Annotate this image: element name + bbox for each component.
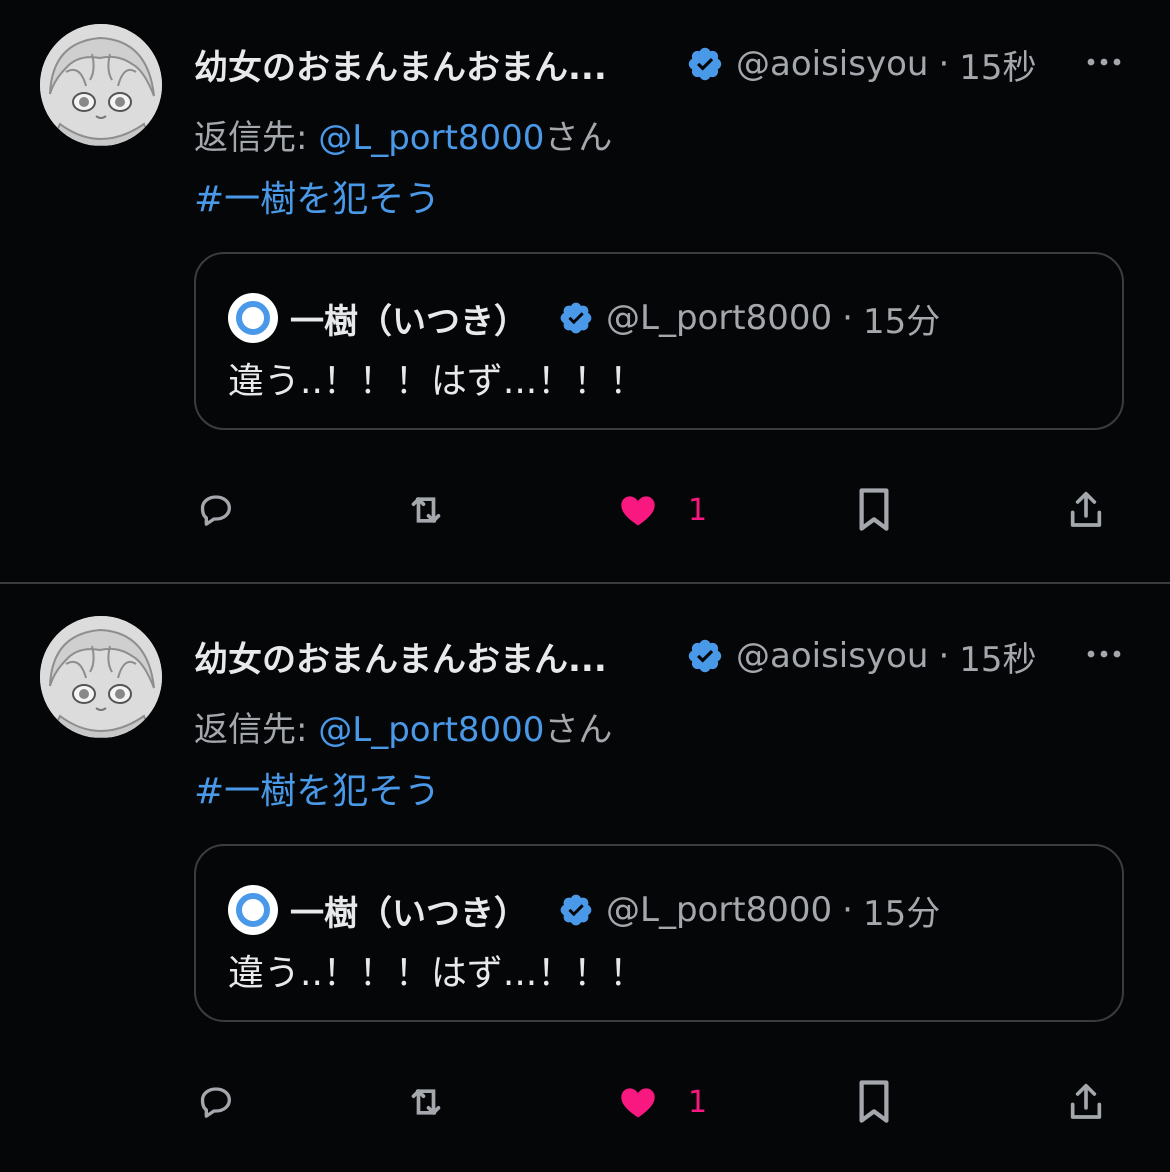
more-icon	[1087, 58, 1121, 66]
verified-badge-icon	[560, 894, 592, 926]
quote-author-handle[interactable]: @L_port8000	[606, 890, 832, 930]
separator-dot: ·	[842, 298, 853, 338]
separator-dot: ·	[842, 890, 853, 930]
more-options-button[interactable]	[1084, 634, 1124, 674]
avatar[interactable]	[40, 24, 162, 146]
blue-ring-avatar-icon[interactable]	[228, 293, 278, 343]
tweet[interactable]: 幼女のおまんまんおまん... @aoisisyou · 15秒 返信先: @L_…	[0, 592, 1170, 1172]
tweet-header: 幼女のおまんまんおまん... @aoisisyou · 15秒	[194, 36, 1124, 92]
like-count: 1	[688, 1084, 708, 1120]
quote-header: 一樹（いつき） @L_port8000 · 15分	[228, 884, 940, 936]
reply-to-line: 返信先: @L_port8000さん	[194, 702, 612, 751]
hashtag-link[interactable]: #一樹を犯そう	[194, 762, 440, 814]
bookmark-button[interactable]	[856, 1072, 892, 1132]
bookmark-icon	[859, 1080, 889, 1123]
quote-author-handle[interactable]: @L_port8000	[606, 298, 832, 338]
reply-to-suffix: さん	[544, 118, 613, 158]
quote-author-display-name[interactable]: 一樹（いつき）	[290, 294, 528, 343]
quote-text: 違う..！！！はず...！！！	[228, 361, 646, 402]
verified-badge-icon	[560, 302, 592, 334]
separator-dot: ·	[938, 44, 950, 84]
repost-button[interactable]	[406, 480, 446, 540]
share-button[interactable]	[1066, 480, 1106, 540]
repost-button[interactable]	[406, 1072, 446, 1132]
more-options-button[interactable]	[1084, 42, 1124, 82]
reply-to-mention-link[interactable]: @L_port8000	[318, 118, 544, 158]
quote-timestamp: 15分	[862, 893, 941, 934]
reply-to-line: 返信先: @L_port8000さん	[194, 110, 612, 159]
share-icon	[1070, 1083, 1102, 1119]
reply-to-prefix: 返信先:	[194, 118, 319, 158]
blue-ring-avatar-icon[interactable]	[228, 885, 278, 935]
reply-button[interactable]	[196, 1072, 236, 1132]
reply-button[interactable]	[196, 480, 236, 540]
separator-dot: ·	[938, 636, 950, 676]
action-bar: 1	[194, 480, 1124, 540]
verified-badge-icon	[688, 47, 722, 81]
action-bar: 1	[194, 1072, 1124, 1132]
share-button[interactable]	[1066, 1072, 1106, 1132]
anime-girl-avatar-icon	[40, 24, 162, 146]
like-button[interactable]: 1	[618, 1072, 707, 1132]
repost-icon	[411, 497, 441, 523]
quote-text: 違う..！！！はず...！！！	[228, 953, 646, 994]
tweet-header: 幼女のおまんまんおまん... @aoisisyou · 15秒	[194, 628, 1124, 684]
verified-badge-icon	[688, 639, 722, 673]
author-display-name[interactable]: 幼女のおまんまんおまん...	[194, 40, 664, 89]
author-handle[interactable]: @aoisisyou	[736, 44, 928, 84]
timestamp[interactable]: 15秒	[959, 632, 1036, 681]
reply-to-prefix: 返信先:	[194, 710, 319, 750]
reply-to-mention-link[interactable]: @L_port8000	[318, 710, 544, 750]
reply-icon	[200, 495, 231, 526]
repost-icon	[411, 1089, 441, 1115]
bookmark-icon	[859, 488, 889, 531]
heart-icon	[621, 1088, 655, 1118]
bookmark-button[interactable]	[856, 480, 892, 540]
reply-icon	[200, 1087, 231, 1118]
quote-tweet-card[interactable]: 一樹（いつき） @L_port8000 · 15分 違う..！！！はず...！！…	[194, 844, 1124, 1022]
like-count: 1	[688, 492, 708, 528]
quote-timestamp: 15分	[862, 301, 941, 342]
like-button[interactable]: 1	[618, 480, 707, 540]
tweet[interactable]: 幼女のおまんまんおまん... @aoisisyou · 15秒 返信先: @L_…	[0, 0, 1170, 580]
author-handle[interactable]: @aoisisyou	[736, 636, 928, 676]
quote-header: 一樹（いつき） @L_port8000 · 15分	[228, 292, 940, 344]
hashtag-link[interactable]: #一樹を犯そう	[194, 170, 440, 222]
quote-tweet-card[interactable]: 一樹（いつき） @L_port8000 · 15分 違う..！！！はず...！！…	[194, 252, 1124, 430]
avatar[interactable]	[40, 616, 162, 738]
more-icon	[1087, 650, 1121, 658]
anime-girl-avatar-icon	[40, 616, 162, 738]
quote-author-display-name[interactable]: 一樹（いつき）	[290, 886, 528, 935]
tweet-divider	[0, 582, 1170, 584]
reply-to-suffix: さん	[544, 710, 613, 750]
heart-icon	[621, 496, 655, 526]
author-display-name[interactable]: 幼女のおまんまんおまん...	[194, 632, 664, 681]
share-icon	[1070, 491, 1102, 527]
timestamp[interactable]: 15秒	[959, 40, 1036, 89]
